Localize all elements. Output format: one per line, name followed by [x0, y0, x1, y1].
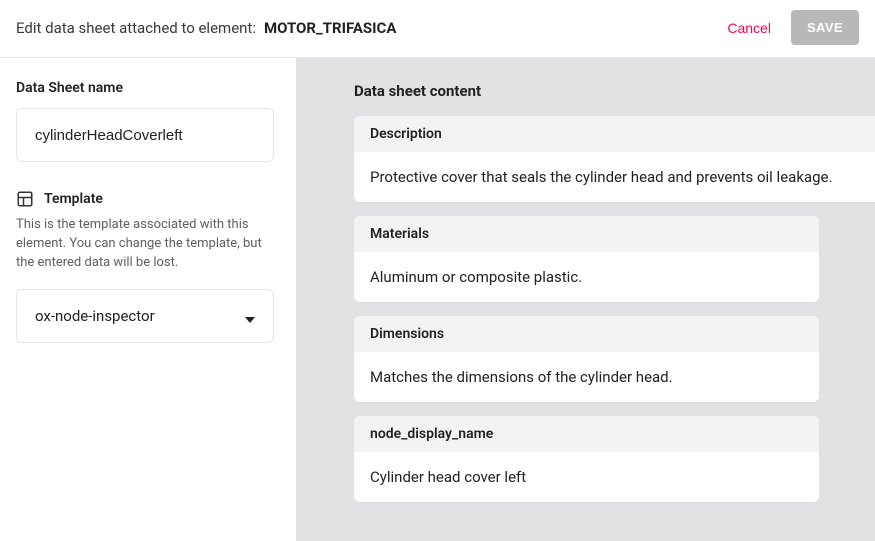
field-header: Dimensions: [354, 316, 819, 352]
field-header: node_display_name: [354, 416, 819, 452]
edit-data-sheet-dialog: Edit data sheet attached to element: MOT…: [0, 0, 875, 541]
name-label: Data Sheet name: [16, 80, 280, 96]
field-card[interactable]: MaterialsAluminum or composite plastic.: [354, 216, 819, 302]
data-sheet-name-input[interactable]: [16, 108, 274, 162]
header-title: Edit data sheet attached to element:: [16, 19, 256, 37]
template-icon: [16, 190, 34, 208]
cancel-button[interactable]: Cancel: [713, 12, 785, 44]
header-element-name: MOTOR_TRIFASICA: [264, 19, 396, 37]
template-select[interactable]: ox-node-inspector: [16, 289, 274, 343]
save-button[interactable]: SAVE: [791, 10, 859, 45]
field-card[interactable]: node_display_nameCylinder head cover lef…: [354, 416, 819, 502]
field-header: Materials: [354, 216, 819, 252]
field-card[interactable]: DimensionsMatches the dimensions of the …: [354, 316, 819, 402]
content-pane: Data sheet content DescriptionProtective…: [296, 58, 875, 541]
template-heading: Template: [16, 190, 280, 208]
sidebar: Data Sheet name Template This is the tem…: [0, 58, 296, 541]
template-select-value: ox-node-inspector: [35, 307, 155, 325]
chevron-down-icon: [245, 311, 255, 321]
template-label: Template: [44, 191, 103, 207]
field-card[interactable]: DescriptionProtective cover that seals t…: [354, 116, 875, 202]
template-section: Template This is the template associated…: [16, 190, 280, 343]
field-value: Matches the dimensions of the cylinder h…: [354, 352, 819, 402]
field-value: Protective cover that seals the cylinder…: [354, 152, 875, 202]
template-description: This is the template associated with thi…: [16, 216, 264, 273]
field-header: Description: [354, 116, 875, 152]
field-value: Cylinder head cover left: [354, 452, 819, 502]
dialog-header: Edit data sheet attached to element: MOT…: [0, 0, 875, 58]
field-value: Aluminum or composite plastic.: [354, 252, 819, 302]
dialog-body: Data Sheet name Template This is the tem…: [0, 58, 875, 541]
content-title: Data sheet content: [354, 82, 875, 100]
fields-list: DescriptionProtective cover that seals t…: [354, 116, 875, 502]
